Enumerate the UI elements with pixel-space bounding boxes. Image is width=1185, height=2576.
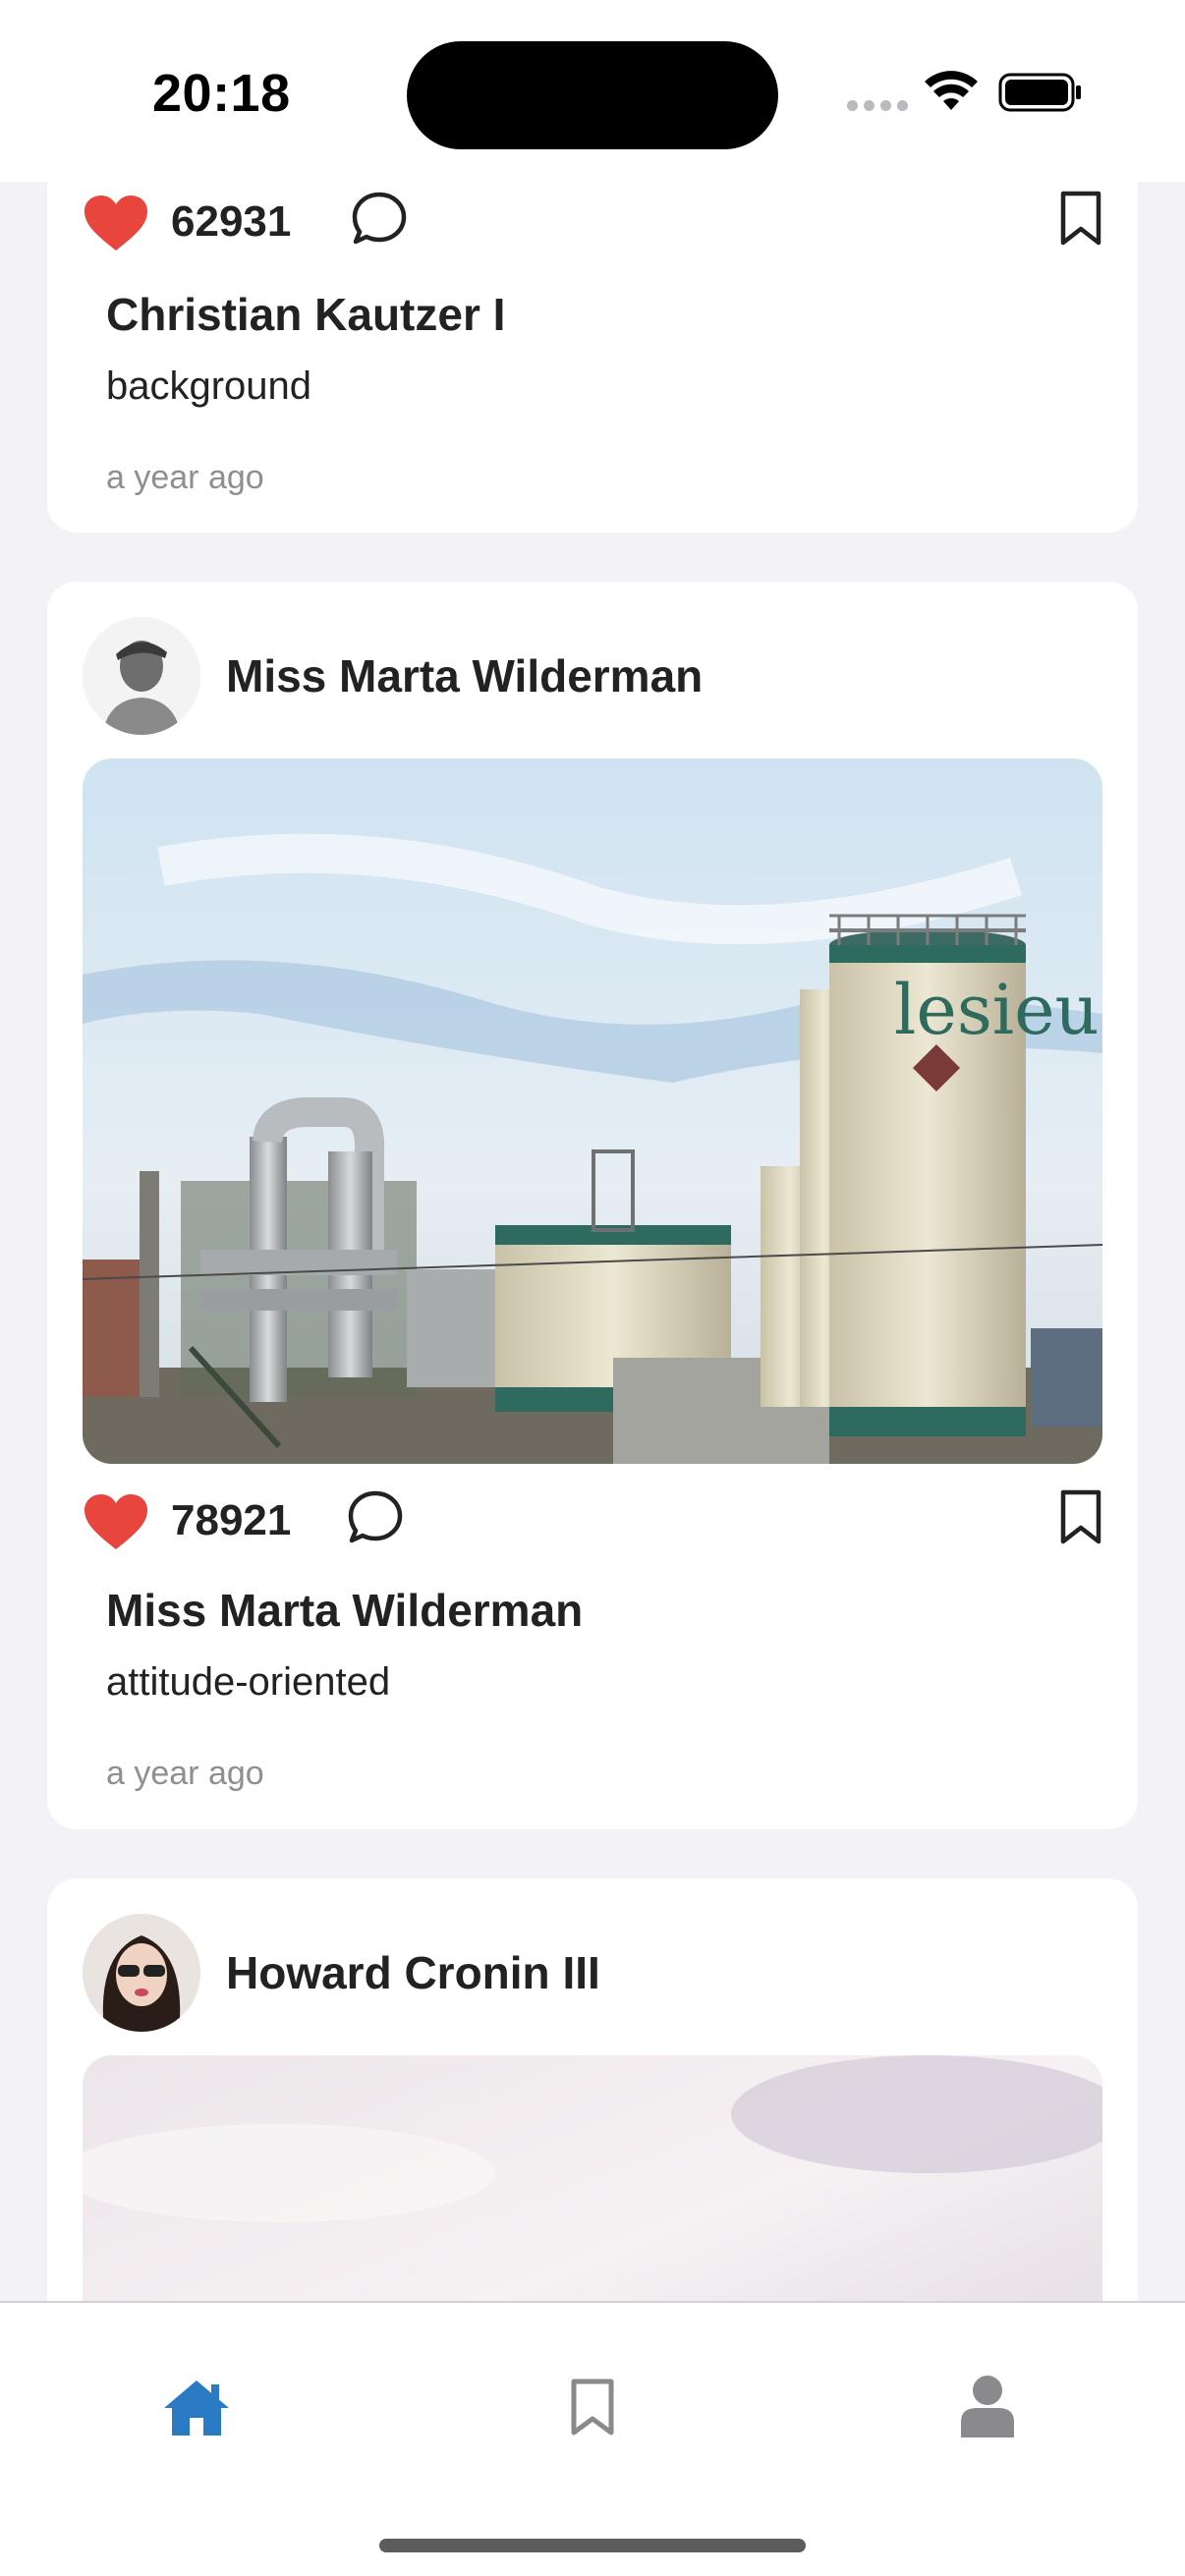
post-timestamp: a year ago bbox=[106, 459, 264, 496]
avatar[interactable] bbox=[83, 1914, 200, 2032]
tab-home[interactable] bbox=[147, 2358, 246, 2456]
post-timestamp: a year ago bbox=[106, 1755, 264, 1792]
bookmark-icon bbox=[571, 2379, 614, 2436]
avatar-photo bbox=[83, 1914, 200, 2032]
post-actions: 78921 bbox=[83, 1481, 1102, 1559]
app-screen: 20:18 62931 Christian Kautzer I backgrou… bbox=[0, 0, 1185, 2576]
like-count: 62931 bbox=[171, 197, 292, 246]
post-image[interactable]: lesieu bbox=[83, 758, 1102, 1464]
wifi-icon bbox=[925, 71, 978, 110]
post-feed[interactable]: 62931 Christian Kautzer I background a y… bbox=[0, 182, 1185, 2301]
heart-filled-icon[interactable] bbox=[83, 1492, 149, 1551]
tab-profile[interactable] bbox=[938, 2358, 1037, 2456]
sky-photo bbox=[83, 2055, 1102, 2301]
heart-filled-icon[interactable] bbox=[83, 194, 149, 252]
tank-lettering: lesieu bbox=[894, 970, 1100, 1050]
home-indicator bbox=[379, 2539, 806, 2552]
avatar[interactable] bbox=[83, 617, 200, 735]
tab-saved[interactable] bbox=[543, 2358, 642, 2456]
home-icon bbox=[164, 2380, 229, 2436]
dynamic-island bbox=[407, 41, 778, 149]
status-bar: 20:18 bbox=[0, 0, 1185, 182]
author-name[interactable]: Miss Marta Wilderman bbox=[226, 649, 703, 702]
post-title: Christian Kautzer I bbox=[106, 289, 506, 340]
post-title: Miss Marta Wilderman bbox=[106, 1585, 584, 1636]
post-header[interactable]: Howard Cronin III bbox=[83, 1914, 600, 2032]
battery-icon bbox=[998, 73, 1081, 112]
bookmark-icon[interactable] bbox=[1059, 1488, 1102, 1545]
avatar-photo bbox=[83, 617, 200, 735]
bookmark-icon[interactable] bbox=[1059, 190, 1102, 247]
post-image[interactable] bbox=[83, 2055, 1102, 2301]
like-count: 78921 bbox=[171, 1496, 292, 1544]
post-card[interactable]: 62931 Christian Kautzer I background a y… bbox=[47, 182, 1138, 532]
cellular-signal-icon bbox=[847, 100, 908, 111]
tab-bar bbox=[0, 2301, 1185, 2576]
post-card[interactable]: Miss Marta Wilderman lesieu 78921 Miss M… bbox=[47, 582, 1138, 1829]
status-time: 20:18 bbox=[152, 64, 291, 123]
post-header[interactable]: Miss Marta Wilderman bbox=[83, 617, 703, 735]
person-icon bbox=[961, 2376, 1014, 2437]
post-description: background bbox=[106, 364, 312, 408]
industrial-tanks-photo: lesieu bbox=[83, 758, 1102, 1464]
author-name[interactable]: Howard Cronin III bbox=[226, 1946, 600, 1999]
comment-icon[interactable] bbox=[350, 190, 409, 249]
post-description: attitude-oriented bbox=[106, 1660, 391, 1704]
comment-icon[interactable] bbox=[346, 1488, 405, 1547]
post-card[interactable]: Howard Cronin III bbox=[47, 1878, 1138, 2301]
post-actions: 62931 bbox=[83, 182, 1102, 260]
